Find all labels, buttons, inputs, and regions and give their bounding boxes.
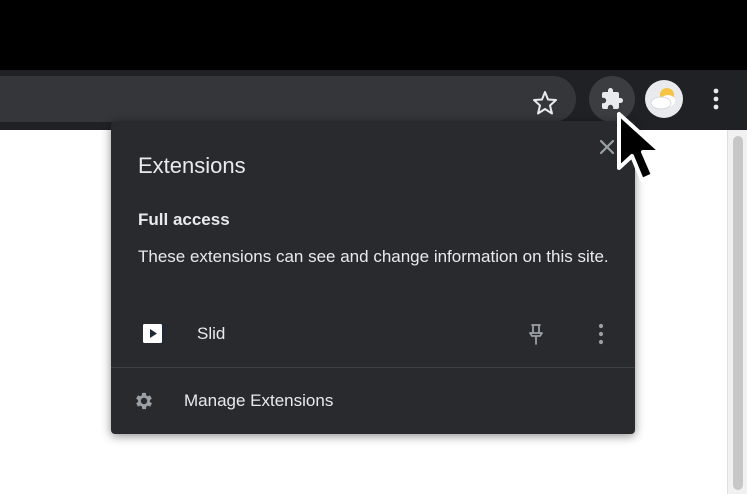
gear-icon: [133, 390, 155, 412]
vertical-dots-icon: [713, 88, 719, 110]
mouse-cursor-icon: [615, 110, 675, 200]
menu-divider: [111, 367, 635, 368]
manage-extensions-label[interactable]: Manage Extensions: [184, 391, 333, 411]
window-titlebar: [0, 0, 747, 70]
pin-button[interactable]: [526, 321, 546, 347]
scrollbar-thumb[interactable]: [733, 136, 743, 490]
page-scrollbar[interactable]: [727, 130, 747, 494]
extensions-menu: Extensions Full access These extensions …: [111, 121, 635, 434]
access-section-title: Full access: [138, 210, 230, 229]
access-section-description: These extensions can see and change info…: [138, 247, 609, 266]
manage-extensions-item[interactable]: Manage Extensions: [111, 381, 635, 421]
browser-menu-button[interactable]: [704, 84, 728, 114]
menu-title: Extensions: [138, 153, 246, 178]
extension-menu-button[interactable]: [591, 321, 611, 347]
pin-icon: [529, 324, 543, 345]
extension-item-slid[interactable]: Slid: [111, 314, 635, 354]
vertical-dots-icon: [598, 323, 604, 345]
puzzle-piece-icon: [602, 88, 623, 109]
star-outline-icon[interactable]: [530, 88, 560, 118]
extension-name[interactable]: Slid: [197, 324, 225, 344]
slid-logo-icon: [142, 323, 166, 345]
address-bar[interactable]: [0, 76, 576, 122]
